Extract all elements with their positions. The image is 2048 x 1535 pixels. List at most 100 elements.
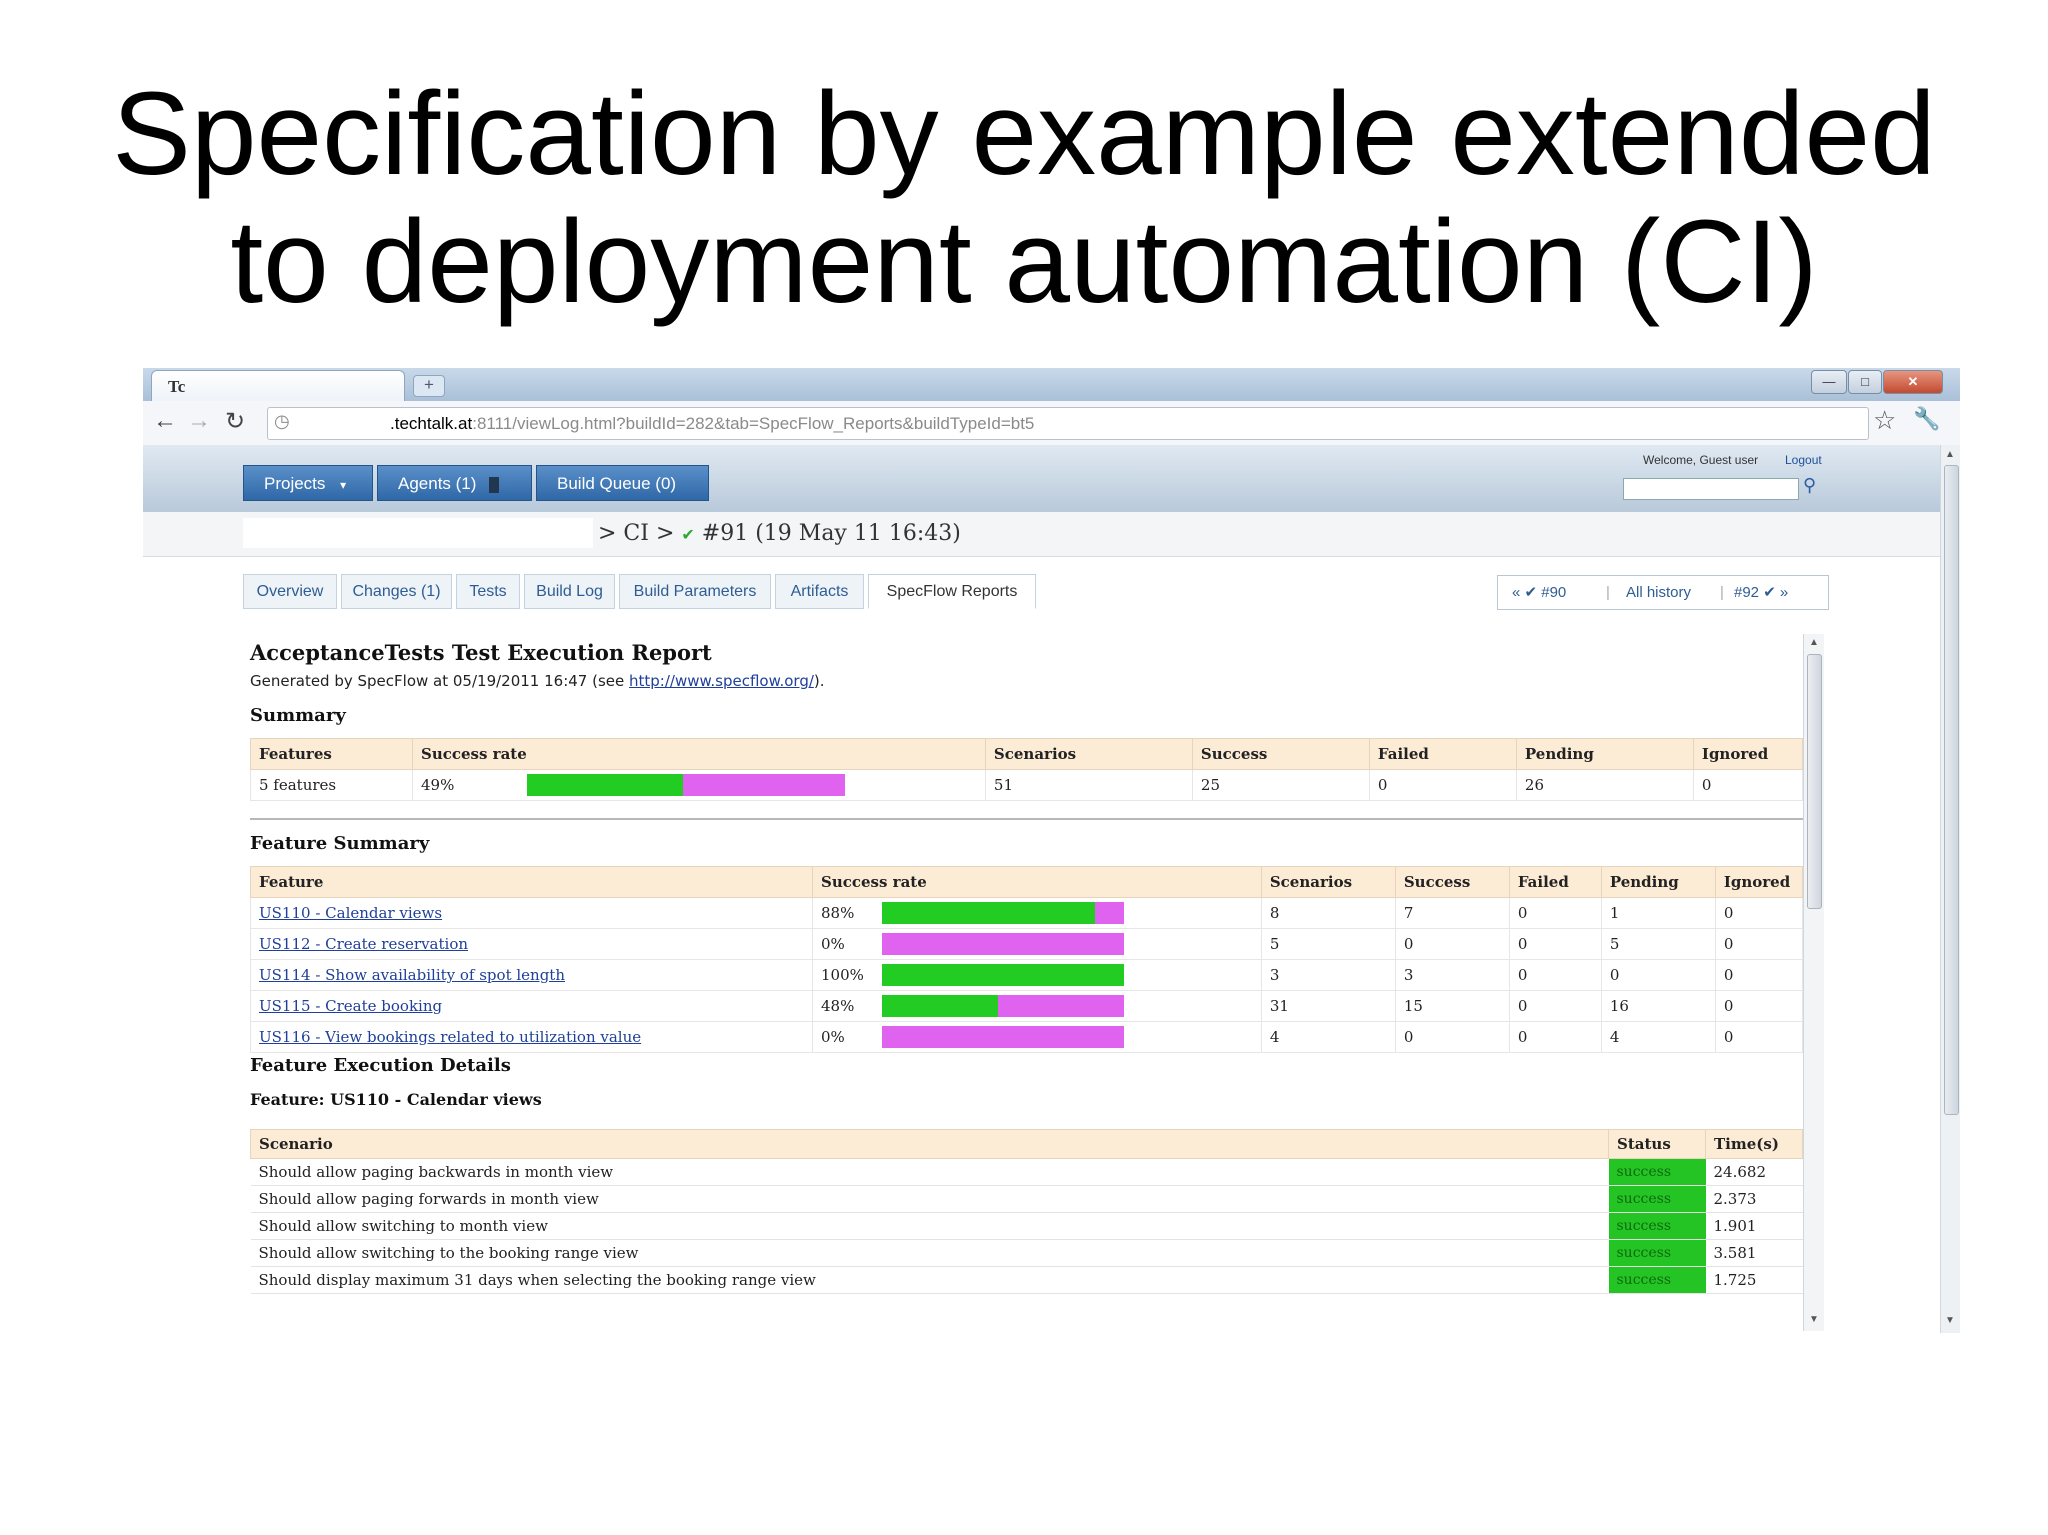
feature-failed: 0 xyxy=(1508,959,1602,991)
specflow-report: AcceptanceTests Test Execution Report Ge… xyxy=(243,630,1840,1333)
close-window-button[interactable]: ✕ xyxy=(1883,370,1943,394)
build-history-nav: « ✔ #90 | All history | #92 ✔ » xyxy=(1497,575,1829,610)
page-scroll-up-arrow-icon[interactable]: ▲ xyxy=(1945,449,1955,460)
feature-ignored: 0 xyxy=(1714,990,1804,1022)
nav-agents-button[interactable]: Agents (1) xyxy=(377,465,532,501)
feature-success-rate: 88% xyxy=(812,897,874,929)
feature-scenarios: 3 xyxy=(1260,959,1396,991)
tab-build-parameters[interactable]: Build Parameters xyxy=(619,574,771,609)
feature-success: 3 xyxy=(1394,959,1510,991)
scenario-row: Should allow paging backwards in month v… xyxy=(250,1158,1803,1186)
maximize-button[interactable]: □ xyxy=(1848,370,1882,394)
feature-success-bar xyxy=(882,964,1124,986)
section-divider xyxy=(250,818,1803,820)
tab-artifacts[interactable]: Artifacts xyxy=(775,574,864,609)
feature-success-bar-fill xyxy=(882,964,1124,986)
tab-changes[interactable]: Changes (1) xyxy=(341,574,452,609)
scroll-up-arrow-icon[interactable]: ▲ xyxy=(1809,637,1819,648)
report-scroll-thumb[interactable] xyxy=(1807,654,1822,909)
feature-success-rate: 48% xyxy=(812,990,874,1022)
summary-success-bar-cell xyxy=(519,769,986,801)
feature-success-rate: 100% xyxy=(812,959,874,991)
scroll-down-arrow-icon[interactable]: ▼ xyxy=(1809,1314,1819,1325)
feature-pending: 16 xyxy=(1600,990,1716,1022)
tab-overview[interactable]: Overview xyxy=(243,574,337,609)
feature-header-failed: Failed xyxy=(1508,866,1602,898)
feature-detail-title: Feature: US110 - Calendar views xyxy=(250,1090,542,1109)
page-scroll-down-arrow-icon[interactable]: ▼ xyxy=(1945,1315,1955,1326)
nav-projects-button[interactable]: Projects ▾ xyxy=(243,465,373,501)
feature-pending: 0 xyxy=(1600,959,1716,991)
feature-link[interactable]: US110 - Calendar views xyxy=(259,904,442,922)
scenario-name: Should allow switching to the booking ra… xyxy=(250,1239,1609,1267)
nav-build-queue-button[interactable]: Build Queue (0) xyxy=(536,465,709,501)
feature-failed: 0 xyxy=(1508,1021,1602,1053)
scenario-header-status: Status xyxy=(1608,1129,1706,1159)
summary-features: 5 features xyxy=(250,769,413,801)
bookmark-star-icon[interactable]: ☆ xyxy=(1873,405,1896,436)
feature-failed: 0 xyxy=(1508,928,1602,960)
feature-pending: 1 xyxy=(1600,897,1716,929)
chevron-down-icon[interactable]: ▾ xyxy=(340,478,346,492)
feature-success-bar xyxy=(882,933,1124,955)
feature-success: 15 xyxy=(1394,990,1510,1022)
search-input[interactable] xyxy=(1623,478,1799,500)
new-tab-button[interactable]: + xyxy=(413,375,445,397)
scenario-name: Should allow paging forwards in month vi… xyxy=(250,1185,1609,1213)
feature-row: US112 - Create reservation 0% 5 0 0 5 0 xyxy=(250,928,1804,960)
summary-ignored: 0 xyxy=(1692,769,1804,801)
specflow-link[interactable]: http://www.specflow.org/ xyxy=(629,672,814,690)
wrench-menu-icon[interactable]: 🔧 xyxy=(1913,406,1940,432)
feature-row: US110 - Calendar views 88% 8 7 0 1 0 xyxy=(250,897,1804,929)
forward-arrow-icon[interactable]: → xyxy=(187,407,211,435)
feature-ignored: 0 xyxy=(1714,897,1804,929)
feature-success: 7 xyxy=(1394,897,1510,929)
summary-table: Features Success rate Scenarios Success … xyxy=(250,738,1804,801)
back-arrow-icon[interactable]: ← xyxy=(153,407,177,435)
scenario-row: Should allow switching to month view succ… xyxy=(250,1212,1803,1240)
url-field[interactable]: ◷ .techtalk.at:8111/viewLog.html?buildId… xyxy=(267,407,1869,440)
welcome-text: Welcome, Guest user xyxy=(1643,453,1759,467)
summary-header-features: Features xyxy=(250,738,413,770)
feature-link[interactable]: US114 - Show availability of spot length xyxy=(259,966,565,984)
next-build-link[interactable]: #92 ✔ » xyxy=(1734,576,1788,609)
report-scrollbar[interactable]: ▲ ▼ xyxy=(1803,634,1824,1331)
breadcrumb-project[interactable] xyxy=(243,518,593,548)
feature-success-bar-cell xyxy=(874,897,1262,929)
summary-heading: Summary xyxy=(250,705,346,726)
tab-tests[interactable]: Tests xyxy=(456,574,520,609)
scenario-time: 1.901 xyxy=(1705,1212,1803,1240)
feature-scenarios: 31 xyxy=(1260,990,1396,1022)
search-icon[interactable]: ⚲ xyxy=(1803,475,1816,496)
page-scroll-thumb[interactable] xyxy=(1944,465,1959,1115)
browser-tab[interactable]: Tc xyxy=(151,370,405,402)
feature-success-bar-cell xyxy=(874,990,1262,1022)
minimize-button[interactable]: — xyxy=(1811,370,1847,394)
feature-scenarios: 8 xyxy=(1260,897,1396,929)
feature-ignored: 0 xyxy=(1714,1021,1804,1053)
breadcrumb: > CI > ✔ #91 (19 May 11 16:43) xyxy=(143,512,1940,557)
feature-link[interactable]: US115 - Create booking xyxy=(259,997,442,1015)
tab-specflow-reports[interactable]: SpecFlow Reports xyxy=(868,574,1036,609)
tab-build-log[interactable]: Build Log xyxy=(524,574,615,609)
logout-link[interactable]: Logout xyxy=(1785,453,1822,467)
feature-header-success-rate: Success rate xyxy=(812,866,1262,898)
feature-failed: 0 xyxy=(1508,897,1602,929)
page-info-icon[interactable]: ◷ xyxy=(274,411,290,432)
all-history-link[interactable]: All history xyxy=(1626,576,1691,609)
page-scrollbar[interactable]: ▲ ▼ xyxy=(1940,445,1960,1333)
feature-link[interactable]: US116 - View bookings related to utiliza… xyxy=(259,1028,641,1046)
breadcrumb-ci-link[interactable]: > CI > xyxy=(598,521,674,546)
feature-success-bar-cell xyxy=(874,928,1262,960)
scenario-table: Scenario Status Time(s) Should allow pag… xyxy=(250,1129,1803,1294)
status-badge: success xyxy=(1608,1158,1706,1186)
reload-icon[interactable]: ↻ xyxy=(225,407,245,436)
breadcrumb-build: #91 (19 May 11 16:43) xyxy=(701,521,961,546)
scenario-time: 1.725 xyxy=(1705,1266,1803,1294)
feature-scenarios: 4 xyxy=(1260,1021,1396,1053)
feature-success-rate: 0% xyxy=(812,1021,874,1053)
slide-title-line-2: to deployment automation (CI) xyxy=(230,196,1818,328)
previous-build-link[interactable]: « ✔ #90 xyxy=(1512,576,1566,609)
feature-header-ignored: Ignored xyxy=(1714,866,1804,898)
feature-link[interactable]: US112 - Create reservation xyxy=(259,935,468,953)
